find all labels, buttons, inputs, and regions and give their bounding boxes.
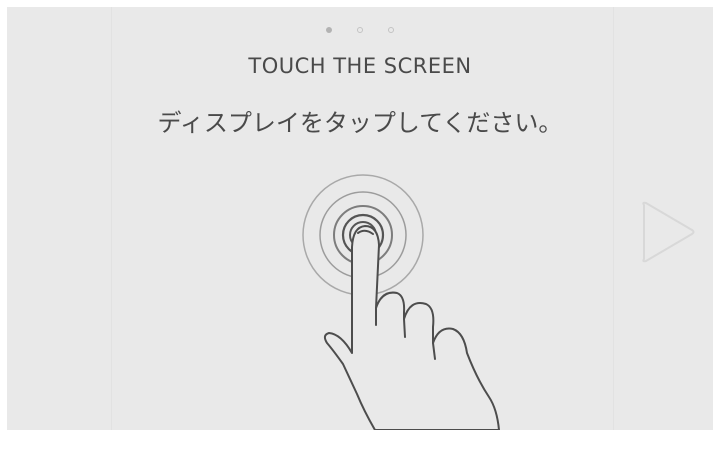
hand-drawing	[323, 225, 500, 430]
play-arrow-icon	[642, 201, 695, 263]
finger-tap-icon	[302, 174, 500, 430]
next-button[interactable]	[637, 197, 697, 267]
onboarding-screen[interactable]: TOUCH THE SCREEN ディスプレイをタップしてください。	[7, 7, 713, 430]
